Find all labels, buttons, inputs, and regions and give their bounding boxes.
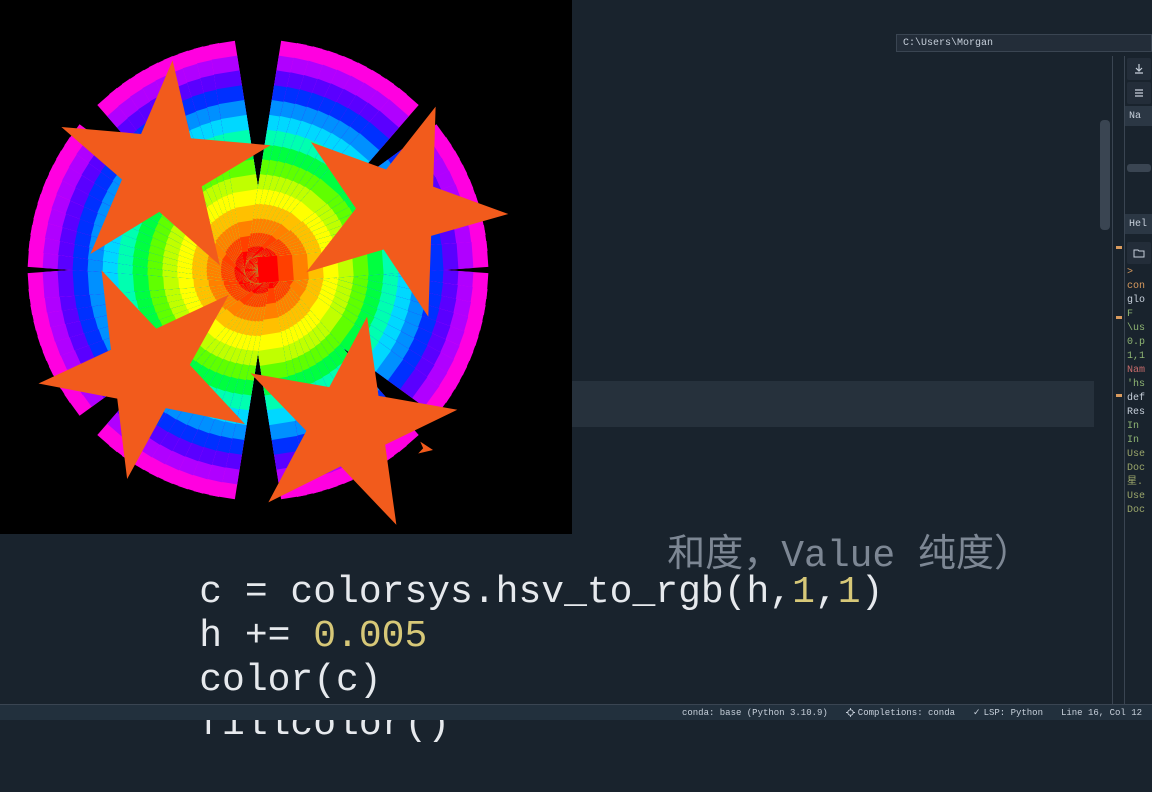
horizontal-scroll-thumb[interactable] xyxy=(1127,164,1151,172)
console-line: Use xyxy=(1125,490,1152,504)
console-line: 1,1 xyxy=(1125,350,1152,364)
console-line: F xyxy=(1125,308,1152,322)
editor-scrollbar[interactable] xyxy=(1100,60,1110,460)
working-directory-field[interactable]: C:\Users\Morgan xyxy=(896,34,1152,52)
console-line: Doc xyxy=(1125,462,1152,476)
scrollbar-thumb[interactable] xyxy=(1100,120,1110,230)
status-completions[interactable]: Completions: conda xyxy=(846,708,955,718)
console-line: Res xyxy=(1125,406,1152,420)
status-bar: conda: base (Python 3.10.9) Completions:… xyxy=(0,704,1152,720)
console-line: Doc xyxy=(1125,504,1152,518)
console-line: 'hs xyxy=(1125,378,1152,392)
variable-explorer-panel[interactable]: Na Hel >conglo F\us0.p1,1Nam'hsdefResInI… xyxy=(1124,56,1152,720)
console-line: 0.p xyxy=(1125,336,1152,350)
status-conda[interactable]: conda: base (Python 3.10.9) xyxy=(682,708,828,718)
console-line: glo xyxy=(1125,294,1152,308)
status-cursor-position[interactable]: Line 16, Col 12 xyxy=(1061,708,1142,718)
console-line: def xyxy=(1125,392,1152,406)
hamburger-icon[interactable] xyxy=(1127,82,1151,104)
code-line: fillcolor() xyxy=(108,660,450,789)
console-line: In xyxy=(1125,434,1152,448)
console-line: 星. xyxy=(1125,476,1152,490)
console-line: con xyxy=(1125,280,1152,294)
console-line: Use xyxy=(1125,448,1152,462)
window-titlebar-area: C:\Users\Morgan xyxy=(576,0,1152,56)
console-line: > xyxy=(1125,266,1152,280)
folder-icon[interactable] xyxy=(1127,242,1151,264)
turtle-canvas xyxy=(0,0,572,534)
console-line: \us xyxy=(1125,322,1152,336)
variable-name-column-header[interactable]: Na xyxy=(1125,106,1152,126)
console-line: Nam xyxy=(1125,364,1152,378)
console-line: In xyxy=(1125,420,1152,434)
download-icon[interactable] xyxy=(1127,58,1151,80)
status-lsp[interactable]: LSP: Python xyxy=(973,708,1043,718)
help-pane-header[interactable]: Hel xyxy=(1125,214,1152,234)
turtle-graphics-window[interactable] xyxy=(0,0,572,534)
editor-minimap[interactable] xyxy=(1112,56,1124,720)
